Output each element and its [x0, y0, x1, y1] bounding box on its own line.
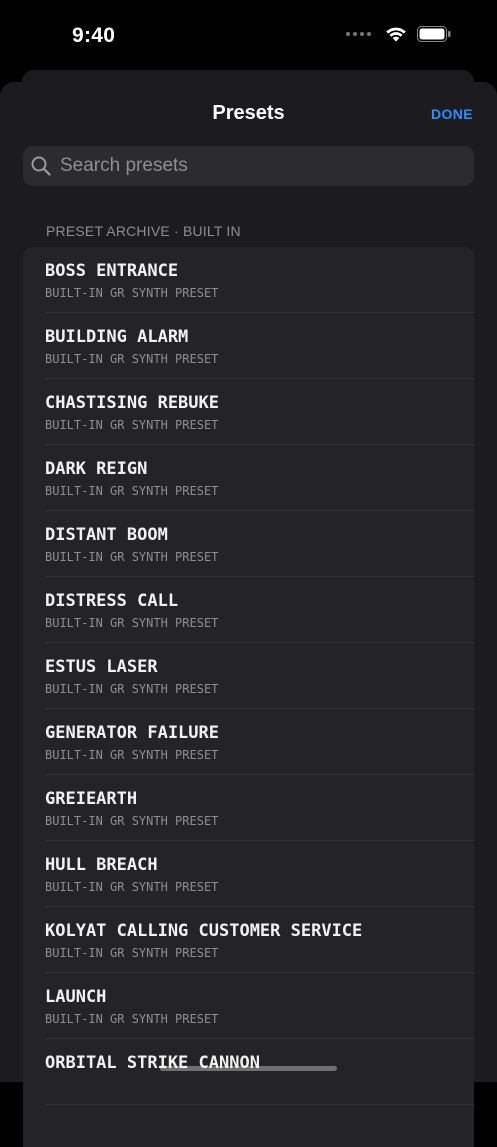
- signal-icon: [346, 32, 371, 36]
- preset-row[interactable]: DARK REIGN BUILT-IN GR SYNTH PRESET: [23, 445, 474, 511]
- wifi-icon: [386, 27, 406, 42]
- preset-name: GENERATOR FAILURE: [45, 723, 219, 743]
- preset-subtitle: BUILT-IN GR SYNTH PRESET: [45, 1012, 219, 1026]
- preset-row[interactable]: DISTANT BOOM BUILT-IN GR SYNTH PRESET: [23, 511, 474, 577]
- preset-subtitle: BUILT-IN GR SYNTH PRESET: [45, 748, 219, 762]
- preset-subtitle: BUILT-IN GR SYNTH PRESET: [45, 550, 219, 564]
- preset-name: LAUNCH: [45, 987, 107, 1007]
- preset-row[interactable]: GENERATOR FAILURE BUILT-IN GR SYNTH PRESE…: [23, 709, 474, 775]
- status-time: 9:40: [72, 24, 116, 47]
- preset-subtitle: BUILT-IN GR SYNTH PRESET: [45, 880, 219, 894]
- preset-subtitle: BUILT-IN GR SYNTH PRESET: [45, 616, 219, 630]
- preset-name: HULL BREACH: [45, 855, 158, 875]
- preset-subtitle: BUILT-IN GR SYNTH PRESET: [45, 814, 219, 828]
- search-icon: [31, 156, 51, 176]
- preset-row[interactable]: DISTRESS CALL BUILT-IN GR SYNTH PRESET: [23, 577, 474, 643]
- status-bar: 9:40: [0, 0, 497, 70]
- preset-name: DISTRESS CALL: [45, 591, 179, 611]
- preset-name: KOLYAT CALLING CUSTOMER SERVICE: [45, 921, 363, 941]
- preset-subtitle: BUILT-IN GR SYNTH PRESET: [45, 418, 219, 432]
- preset-row[interactable]: BOSS ENTRANCE BUILT-IN GR SYNTH PRESET: [23, 247, 474, 313]
- preset-name: ESTUS LASER: [45, 657, 158, 677]
- preset-name: DISTANT BOOM: [45, 525, 168, 545]
- section-header: PRESET ARCHIVE · BUILT IN: [46, 223, 241, 239]
- status-icons: [346, 26, 451, 42]
- done-button[interactable]: DONE: [431, 106, 473, 122]
- preset-subtitle: BUILT-IN GR SYNTH PRESET: [45, 286, 219, 300]
- preset-subtitle: BUILT-IN GR SYNTH PRESET: [45, 946, 219, 960]
- preset-row[interactable]: ESTUS LASER BUILT-IN GR SYNTH PRESET: [23, 643, 474, 709]
- search-input[interactable]: [58, 154, 474, 178]
- preset-name: BOSS ENTRANCE: [45, 261, 179, 281]
- preset-subtitle: BUILT-IN GR SYNTH PRESET: [45, 352, 219, 366]
- preset-row[interactable]: ORBITAL STRIKE CANNON: [23, 1039, 474, 1105]
- preset-row[interactable]: BUILDING ALARM BUILT-IN GR SYNTH PRESET: [23, 313, 474, 379]
- battery-icon: [417, 26, 451, 42]
- preset-subtitle: BUILT-IN GR SYNTH PRESET: [45, 682, 219, 696]
- search-bar[interactable]: [23, 146, 474, 186]
- preset-name: DARK REIGN: [45, 459, 148, 479]
- preset-row[interactable]: CHASTISING REBUKE BUILT-IN GR SYNTH PRESE…: [23, 379, 474, 445]
- preset-name: BUILDING ALARM: [45, 327, 189, 347]
- preset-subtitle: BUILT-IN GR SYNTH PRESET: [45, 484, 219, 498]
- presets-sheet: Presets DONE PRESET ARCHIVE · BUILT IN B…: [0, 82, 497, 1147]
- home-indicator[interactable]: [160, 1066, 337, 1071]
- preset-row[interactable]: KOLYAT CALLING CUSTOMER SERVICE BUILT-IN …: [23, 907, 474, 973]
- preset-row[interactable]: GREIEARTH BUILT-IN GR SYNTH PRESET: [23, 775, 474, 841]
- preset-name: GREIEARTH: [45, 789, 138, 809]
- preset-list: BOSS ENTRANCE BUILT-IN GR SYNTH PRESET BUI…: [23, 247, 474, 1147]
- page-title: Presets: [212, 102, 285, 124]
- preset-row[interactable]: HULL BREACH BUILT-IN GR SYNTH PRESET: [23, 841, 474, 907]
- preset-row[interactable]: LAUNCH BUILT-IN GR SYNTH PRESET: [23, 973, 474, 1039]
- preset-name: CHASTISING REBUKE: [45, 393, 219, 413]
